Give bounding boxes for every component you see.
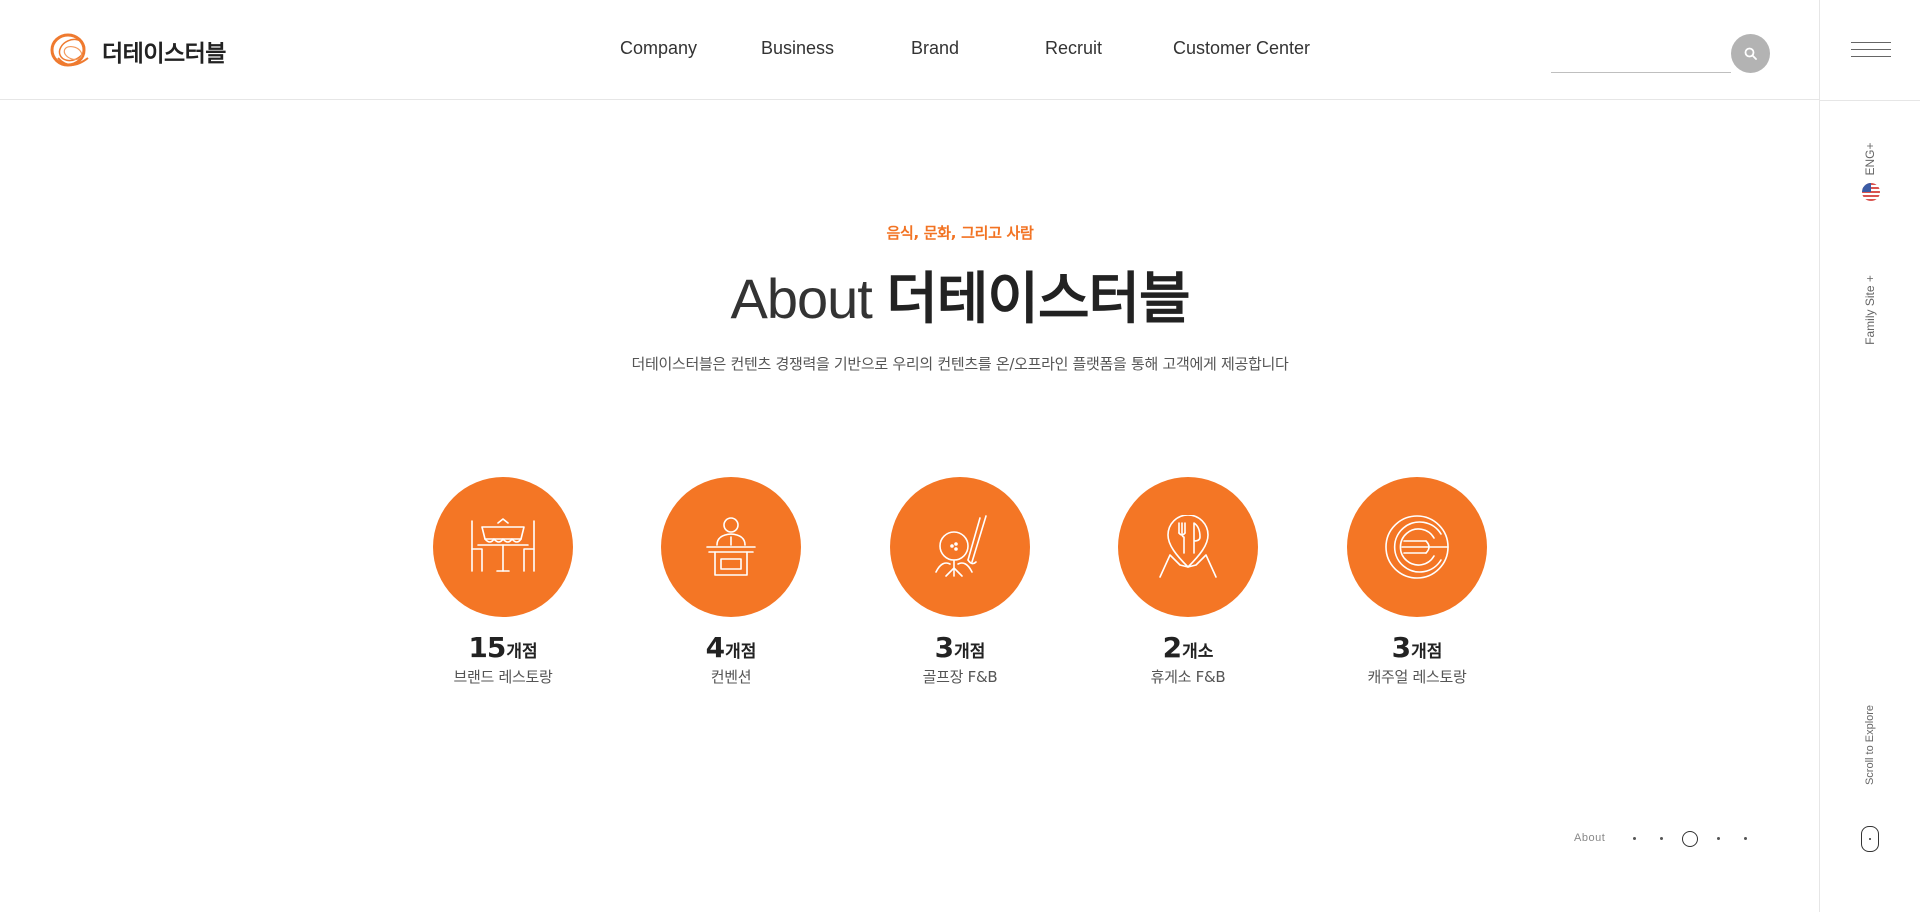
restaurant-table-icon (471, 518, 535, 572)
stat-circle (661, 477, 801, 617)
rest-area-pin-icon (1159, 515, 1217, 578)
stat-circle (890, 477, 1030, 617)
scroll-mouse-icon[interactable] (1861, 826, 1879, 852)
section-eyebrow: 음식, 문화, 그리고 사람 (886, 224, 1034, 242)
section-description: 더테이스터블은 컨텐츠 경쟁력을 기반으로 우리의 컨텐츠를 온/오프라인 플랫… (631, 355, 1289, 373)
stat-count: 2개소 (1118, 631, 1258, 664)
right-rail: ENG+ Family Site + Scroll to Explore (1819, 0, 1920, 912)
stat-label: 브랜드 레스토랑 (453, 668, 553, 686)
stat-unit: 개점 (954, 642, 986, 662)
search-icon (1744, 47, 1757, 60)
site-header: 더테이스터블 Company Business Brand Recruit Cu… (0, 0, 1819, 100)
stat-unit: 개점 (1411, 642, 1443, 662)
stat-brand-restaurant: 15개점 브랜드 레스토랑 (433, 477, 573, 687)
stat-convention: 4개점 컨벤션 (661, 477, 801, 687)
nav-item-company[interactable]: Company (620, 38, 697, 59)
stat-count: 4개점 (661, 631, 801, 664)
stat-unit: 개점 (725, 642, 757, 662)
stat-count: 3개점 (890, 631, 1030, 664)
stat-unit: 개점 (506, 642, 538, 662)
pagination-dot[interactable] (1744, 837, 1747, 840)
nav-item-recruit[interactable]: Recruit (1045, 38, 1102, 59)
stat-number: 4 (705, 631, 726, 664)
pagination-dot[interactable] (1660, 837, 1663, 840)
stat-number: 3 (1391, 631, 1412, 664)
hamburger-menu-button[interactable] (1851, 40, 1891, 60)
stat-circle (1118, 477, 1258, 617)
pagination-dot[interactable] (1717, 837, 1720, 840)
us-flag-icon[interactable] (1862, 183, 1880, 201)
page-title: About 더테이스터블 (0, 254, 1920, 335)
stat-count: 3개점 (1347, 631, 1487, 664)
search-button[interactable] (1731, 34, 1770, 73)
stat-label: 골프장 F&B (922, 668, 998, 686)
search-input[interactable] (1551, 40, 1729, 70)
stat-rest-area: 2개소 휴게소 F&B (1118, 477, 1258, 687)
pagination-dot-active[interactable] (1682, 831, 1698, 847)
search-underline (1551, 72, 1731, 73)
nav-item-business[interactable]: Business (761, 38, 834, 59)
nav-item-brand[interactable]: Brand (911, 38, 959, 59)
title-korean: 더테이스터블 (886, 267, 1190, 332)
stat-circle (433, 477, 573, 617)
convention-podium-icon (706, 517, 756, 576)
stat-label: 캐주얼 레스토랑 (1367, 668, 1467, 686)
title-english: About (730, 267, 872, 330)
hamburger-line (1851, 49, 1891, 50)
stat-label: 컨벤션 (710, 668, 752, 686)
casual-dining-plate-icon (1385, 515, 1449, 579)
hamburger-line (1851, 42, 1891, 43)
stat-number: 15 (468, 631, 506, 664)
stat-golf: 3개점 골프장 F&B (890, 477, 1030, 687)
stat-unit: 개소 (1182, 642, 1214, 662)
golf-icon (935, 515, 987, 577)
language-switch[interactable]: ENG+ (1863, 139, 1877, 179)
main-nav: Company Business Brand Recruit Customer … (0, 38, 1819, 62)
pagination-dot[interactable] (1633, 837, 1636, 840)
stat-casual-restaurant: 3개점 캐주얼 레스토랑 (1347, 477, 1487, 687)
scroll-to-explore-label: Scroll to Explore (1864, 704, 1876, 786)
stat-count: 15개점 (433, 631, 573, 664)
rail-divider (1820, 100, 1920, 101)
hamburger-line (1851, 56, 1891, 57)
stat-number: 2 (1162, 631, 1183, 664)
stat-circle (1347, 477, 1487, 617)
stat-label: 휴게소 F&B (1150, 668, 1226, 686)
pagination-label: About (1574, 832, 1606, 844)
stat-number: 3 (934, 631, 955, 664)
nav-item-customer-center[interactable]: Customer Center (1173, 38, 1310, 59)
